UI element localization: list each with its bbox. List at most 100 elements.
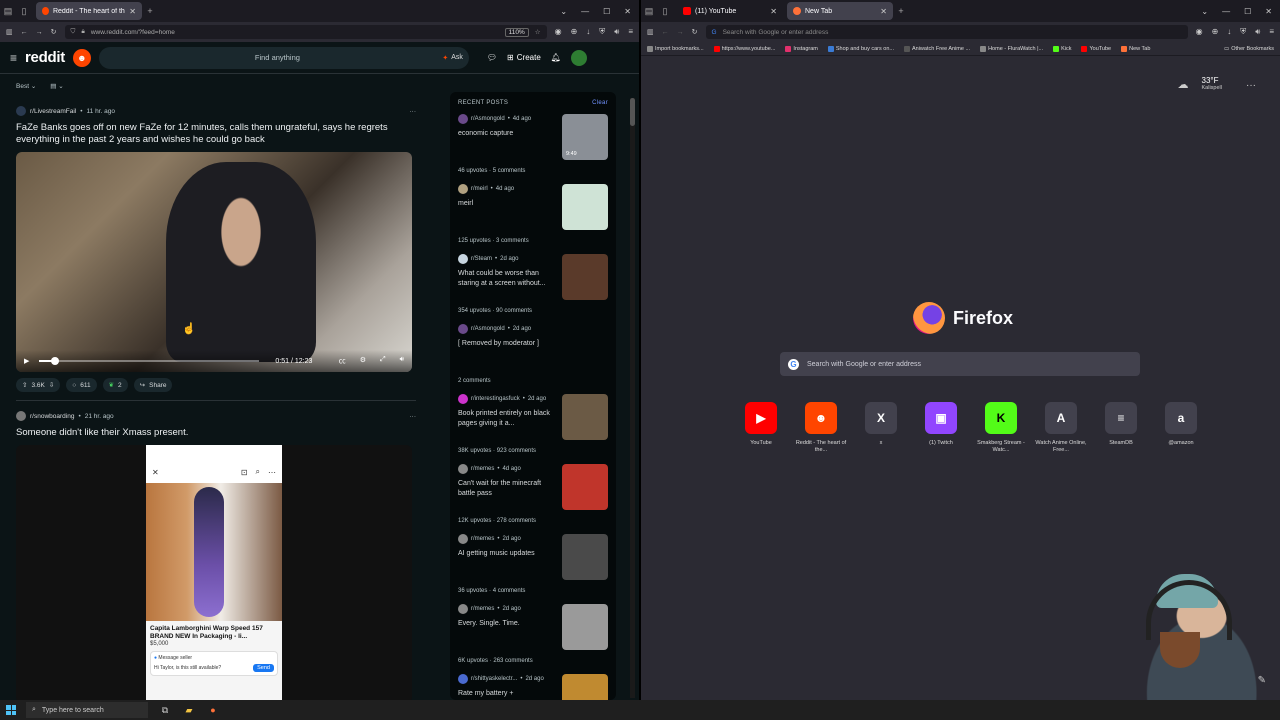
sidebar-toggle-icon[interactable]: ▯ — [657, 6, 673, 17]
recent-post-subreddit[interactable]: r/memes — [471, 606, 494, 612]
page-scrollbar[interactable] — [630, 98, 635, 698]
recent-post-subreddit[interactable]: r/interestingasfuck — [471, 396, 520, 402]
recent-post-title[interactable]: AI getting music updates — [458, 549, 558, 559]
app-menu-icon[interactable]: ≡ — [628, 27, 633, 37]
recent-post-item[interactable]: r/memes • 2d ago Every. Single. Time. 6K upv… — [458, 604, 608, 674]
tab-new-tab[interactable]: New Tab ✕ — [787, 2, 893, 20]
more-options-icon[interactable]: ··· — [410, 413, 417, 420]
sidebar-icon[interactable]: ▥ — [647, 28, 654, 36]
downvote-icon[interactable]: ⇩ — [49, 381, 54, 389]
subreddit-link[interactable]: r/snowboarding — [30, 413, 74, 420]
reddit-logo[interactable]: reddit — [25, 49, 65, 66]
share-button[interactable]: ↪ Share — [133, 378, 173, 392]
shield-ext-icon[interactable]: ⛨ — [599, 27, 605, 37]
recent-post-thumbnail[interactable]: 9:49 — [562, 114, 608, 160]
top-site-tile[interactable]: ☻ Reddit - The heart of the... — [791, 402, 851, 454]
recent-post-item[interactable]: r/Asmongold • 4d ago economic capture 46 upv… — [458, 114, 608, 184]
pocket-icon[interactable]: ◉ — [555, 27, 562, 37]
upvote-icon[interactable]: ⇧ — [22, 381, 27, 389]
close-window-icon[interactable]: ✕ — [624, 7, 631, 16]
post-card[interactable]: r/snowboarding • 21 hr. ago ··· Someone … — [16, 409, 416, 700]
recent-post-title[interactable]: Rate my battery + — [458, 689, 558, 699]
recent-post-subreddit[interactable]: r/meirl — [471, 186, 488, 192]
pocket-icon[interactable]: ◉ — [1196, 27, 1203, 37]
menu-icon[interactable]: ≡ — [10, 51, 17, 65]
forward-icon[interactable]: → — [677, 29, 684, 36]
sort-dropdown[interactable]: Best ⌄ — [16, 82, 36, 90]
sidebar-toggle-icon[interactable]: ▯ — [16, 6, 32, 17]
maximize-icon[interactable]: ☐ — [603, 7, 610, 16]
reload-icon[interactable]: ↻ — [51, 28, 57, 36]
award-button[interactable]: ❦ 2 — [102, 378, 128, 392]
recent-post-thumbnail[interactable] — [562, 254, 608, 300]
recent-post-subreddit[interactable]: r/Steam — [471, 256, 492, 262]
chevron-down-icon[interactable]: ⌄ — [560, 7, 567, 16]
bookmark-item[interactable]: https://www.youtube... — [713, 45, 775, 52]
recent-post-item[interactable]: r/memes • 2d ago AI getting music updates 36… — [458, 534, 608, 604]
video-progress-bar[interactable] — [39, 357, 260, 365]
bookmark-item[interactable]: Aniwatch Free Anime ... — [903, 45, 970, 52]
bookmark-item[interactable]: YouTube — [1081, 45, 1111, 52]
recent-post-subreddit[interactable]: r/shittyaskelectr... — [471, 676, 517, 682]
bookmark-item[interactable]: Instagram — [785, 45, 818, 52]
recent-post-title[interactable]: [ Removed by moderator ] — [458, 339, 558, 349]
close-tab-icon[interactable]: ✕ — [880, 7, 887, 16]
tab-reddit[interactable]: Reddit - The heart of the in ✕ — [36, 2, 142, 20]
reddit-search-input[interactable]: Find anything ✦ Ask — [98, 46, 469, 69]
recent-post-item[interactable]: r/Asmongold • 2d ago [ Removed by moderator… — [458, 324, 608, 394]
other-bookmarks[interactable]: ▭ Other Bookmarks — [1224, 46, 1274, 52]
newtab-search-input[interactable]: G Search with Google or enter address — [780, 352, 1140, 376]
post-image[interactable]: ✕ ⊡ ⌕ ⋯ Capita Lamborghini Warp Speed 15… — [16, 445, 412, 700]
extension-icon[interactable]: ⊕ — [571, 27, 578, 37]
recent-post-thumbnail[interactable] — [562, 394, 608, 440]
bookmark-item[interactable]: Shop and buy cars on... — [827, 45, 894, 52]
recent-post-subreddit[interactable]: r/Asmongold — [471, 116, 505, 122]
minimize-icon[interactable]: — — [581, 7, 589, 16]
weather-widget[interactable]: ☁ 33°F Kalispell — [1178, 76, 1222, 91]
back-icon[interactable]: ← — [21, 29, 28, 36]
recent-post-thumbnail[interactable] — [562, 184, 608, 230]
file-explorer-icon[interactable]: ▰ — [182, 703, 196, 717]
recent-post-item[interactable]: r/meirl • 4d ago meirl 125 upvotes · 3 comme… — [458, 184, 608, 254]
task-view-icon[interactable]: ⧉ — [158, 703, 172, 717]
recent-post-thumbnail[interactable] — [562, 604, 608, 650]
recent-post-subreddit[interactable]: r/memes — [471, 466, 494, 472]
progress-handle[interactable] — [50, 357, 59, 365]
recent-post-title[interactable]: Book printed entirely on black pages giv… — [458, 409, 558, 429]
recent-post-item[interactable]: r/interestingasfuck • 2d ago Book printed e… — [458, 394, 608, 464]
address-bar[interactable]: G Search with Google or enter address — [705, 25, 1188, 39]
video-player[interactable]: ▶ 0:51 / 12:23 ㏄ ⚙ ⤢ 🔊︎ — [16, 152, 412, 372]
top-site-tile[interactable]: A Watch Anime Online, Free... — [1031, 402, 1091, 454]
top-site-tile[interactable]: Xx — [851, 402, 911, 454]
play-icon[interactable]: ▶ — [24, 357, 29, 365]
shield-ext-icon[interactable]: ⛨ — [1240, 27, 1246, 37]
scrollbar-thumb[interactable] — [630, 98, 635, 126]
back-icon[interactable]: ← — [662, 29, 669, 36]
recent-post-subreddit[interactable]: r/memes — [471, 536, 494, 542]
more-options-icon[interactable]: ··· — [410, 108, 417, 115]
post-title[interactable]: FaZe Banks goes off on new FaZe for 12 m… — [16, 122, 416, 146]
firefox-taskbar-icon[interactable]: ● — [206, 703, 220, 717]
sidebar-icon[interactable]: ▥ — [6, 28, 13, 36]
new-tab-icon[interactable]: + — [893, 6, 909, 16]
close-tab-icon[interactable]: ✕ — [129, 7, 136, 16]
reload-icon[interactable]: ↻ — [692, 28, 698, 36]
bookmark-item[interactable]: Home - FluraWatch |... — [980, 45, 1043, 52]
recent-post-item[interactable]: r/memes • 4d ago Can't wait for the minecra… — [458, 464, 608, 534]
tab-list-icon[interactable]: ▤ — [0, 6, 16, 17]
maximize-icon[interactable]: ☐ — [1244, 7, 1251, 16]
post-title[interactable]: Someone didn't like their Xmass present. — [16, 427, 416, 439]
top-site-tile[interactable]: K Smakberg Stream - Watc... — [971, 402, 1031, 454]
recent-post-title[interactable]: Every. Single. Time. — [458, 619, 558, 629]
fullscreen-icon[interactable]: ⤢ — [380, 356, 386, 366]
recent-post-subreddit[interactable]: r/Asmongold — [471, 326, 505, 332]
bookmark-item[interactable]: Import bookmarks... — [647, 45, 704, 52]
speaker-icon[interactable]: 🔊︎ — [1255, 27, 1260, 37]
bookmark-item[interactable]: New Tab — [1121, 45, 1150, 52]
settings-gear-icon[interactable]: ⚙ — [360, 356, 366, 366]
taskbar-search[interactable]: ⌕ Type here to search — [26, 702, 148, 718]
minimize-icon[interactable]: — — [1222, 7, 1230, 16]
downloads-icon[interactable]: ↓ — [586, 27, 590, 37]
tab-list-icon[interactable]: ▤ — [641, 6, 657, 17]
recent-post-thumbnail[interactable] — [562, 674, 608, 700]
